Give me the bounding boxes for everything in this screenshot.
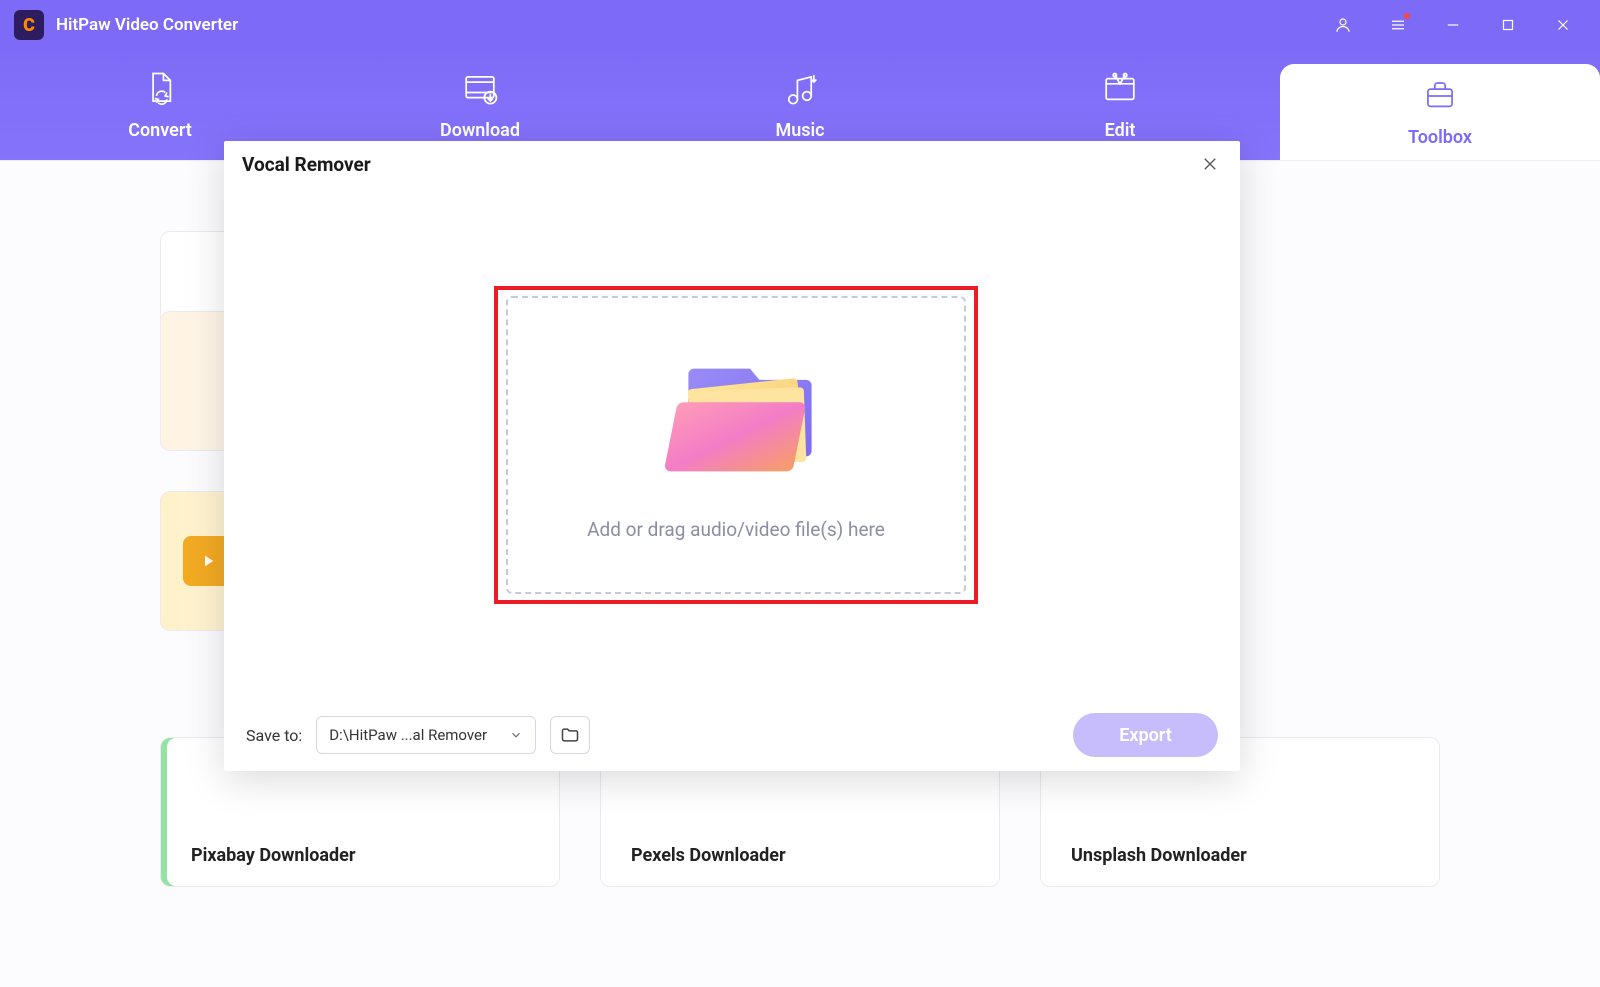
modal-header: Vocal Remover bbox=[224, 141, 1240, 187]
export-button[interactable]: Export bbox=[1073, 713, 1218, 757]
nav-label: Edit bbox=[1105, 120, 1136, 141]
nav-label: Convert bbox=[128, 120, 192, 141]
folder-icon bbox=[560, 725, 580, 745]
account-icon[interactable] bbox=[1315, 0, 1370, 50]
app-logo-letter: C bbox=[23, 15, 35, 36]
content-area: Pixabay Downloader Pexels Downloader Uns… bbox=[0, 160, 1600, 987]
nav-toolbox[interactable]: Toolbox bbox=[1280, 64, 1600, 160]
modal-footer: Save to: D:\HitPaw ...al Remover Export bbox=[224, 699, 1240, 771]
video-edit-icon bbox=[1099, 70, 1141, 108]
window-close[interactable] bbox=[1535, 0, 1590, 50]
export-label: Export bbox=[1119, 725, 1172, 746]
window-maximize[interactable] bbox=[1480, 0, 1535, 50]
vocal-remover-modal: Vocal Remover bbox=[224, 141, 1240, 771]
toolbox-icon bbox=[1419, 77, 1461, 115]
folder-open-icon bbox=[641, 350, 831, 490]
titlebar: C HitPaw Video Converter bbox=[0, 0, 1600, 50]
save-to-select[interactable]: D:\HitPaw ...al Remover bbox=[316, 716, 536, 754]
music-download-icon bbox=[779, 70, 821, 108]
menu-icon[interactable] bbox=[1370, 0, 1425, 50]
nav-label: Music bbox=[775, 120, 824, 141]
app-title: HitPaw Video Converter bbox=[56, 15, 238, 35]
close-icon[interactable] bbox=[1198, 152, 1222, 176]
nav-label: Download bbox=[440, 120, 520, 141]
save-to-label: Save to: bbox=[246, 726, 302, 745]
open-folder-button[interactable] bbox=[550, 716, 590, 754]
dropzone-text: Add or drag audio/video file(s) here bbox=[587, 518, 885, 541]
nav-label: Toolbox bbox=[1408, 127, 1472, 148]
app-logo: C bbox=[14, 10, 44, 40]
window-minimize[interactable] bbox=[1425, 0, 1480, 50]
save-to-value: D:\HitPaw ...al Remover bbox=[329, 726, 487, 744]
notification-dot bbox=[1404, 13, 1410, 19]
chevron-down-icon bbox=[509, 728, 523, 742]
video-download-icon bbox=[459, 70, 501, 108]
window-controls bbox=[1315, 0, 1600, 50]
modal-title: Vocal Remover bbox=[242, 153, 371, 176]
file-refresh-icon bbox=[139, 70, 181, 108]
dropzone[interactable]: Add or drag audio/video file(s) here bbox=[506, 296, 966, 594]
